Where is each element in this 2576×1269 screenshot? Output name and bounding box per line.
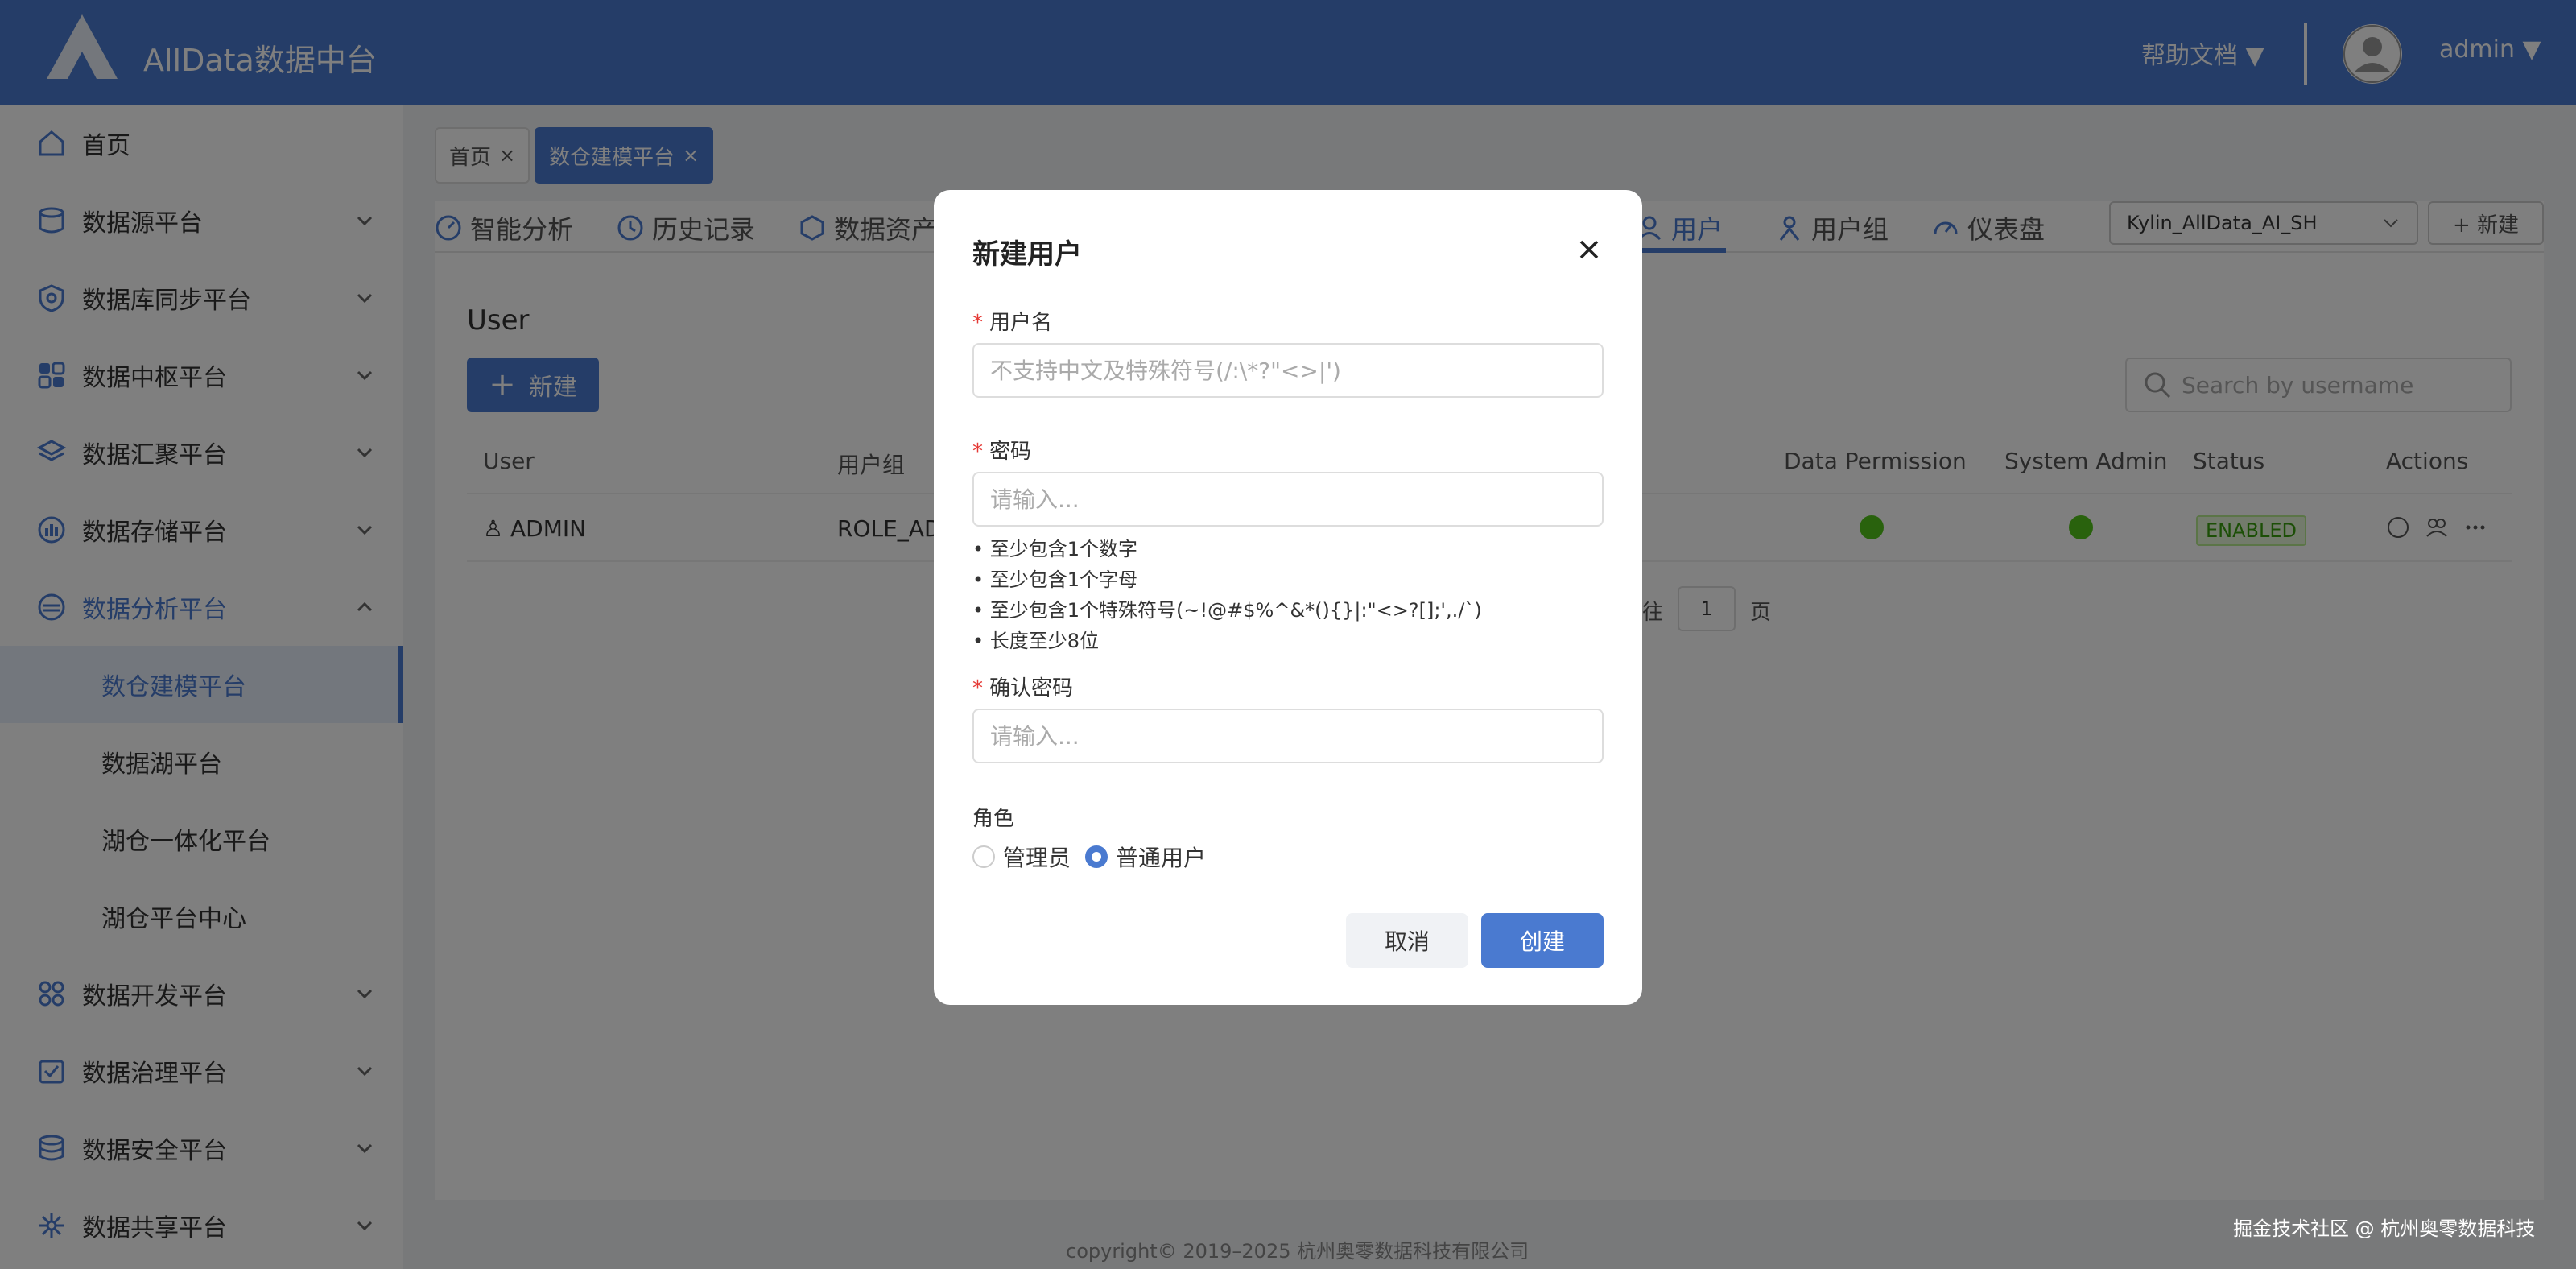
role-label-normal-user[interactable]: 普通用户 bbox=[1116, 841, 1206, 873]
username-field[interactable] bbox=[972, 343, 1604, 398]
new-user-dialog: 新建用户 *用户名 *密码 • 至少包含1个数字 • 至少包含1个字母 • 至少… bbox=[934, 190, 1642, 1005]
password-hint: • 长度至少8位 bbox=[972, 630, 1100, 652]
password-label: * 密码 bbox=[972, 440, 1032, 464]
required-mark: * bbox=[972, 311, 983, 335]
close-icon[interactable] bbox=[1573, 234, 1605, 266]
dialog-title: 新建用户 bbox=[972, 238, 1082, 271]
confirm-password-label: * 确认密码 bbox=[972, 676, 1074, 701]
required-mark: * bbox=[972, 676, 983, 701]
username-label: * 用户名 bbox=[972, 311, 1053, 335]
password-hint: • 至少包含1个数字 bbox=[972, 538, 1138, 560]
role-label: 角色 bbox=[972, 807, 1015, 831]
watermark: 掘金技术社区 @ 杭州奥零数据科技 bbox=[2233, 1217, 2536, 1240]
role-radio-normal-user[interactable] bbox=[1085, 845, 1108, 868]
cancel-button[interactable]: 取消 bbox=[1346, 913, 1468, 968]
role-label-admin[interactable]: 管理员 bbox=[1003, 841, 1071, 873]
confirm-password-field[interactable] bbox=[972, 709, 1604, 763]
role-radio-group: 管理员 普通用户 bbox=[972, 841, 1220, 873]
password-field[interactable] bbox=[972, 472, 1604, 527]
create-button[interactable]: 创建 bbox=[1481, 913, 1604, 968]
required-mark: * bbox=[972, 440, 983, 464]
password-hint: • 至少包含1个特殊符号(~!@#$%^&*(){}|:"<>?[];',./`… bbox=[972, 599, 1482, 622]
role-radio-admin[interactable] bbox=[972, 845, 995, 868]
password-hint: • 至少包含1个字母 bbox=[972, 568, 1138, 591]
